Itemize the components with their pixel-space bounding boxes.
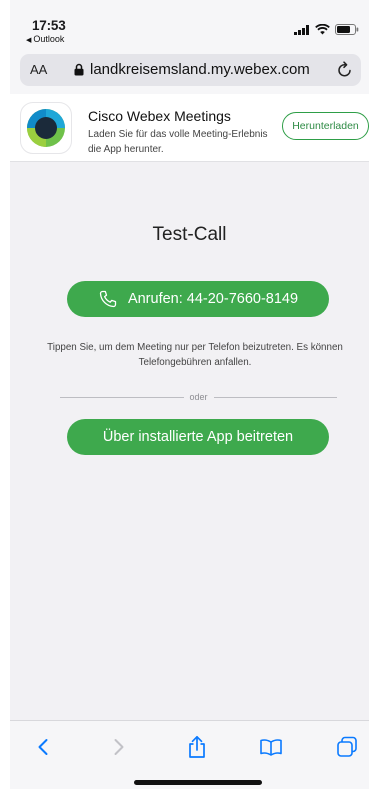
back-triangle-icon: ◀ bbox=[26, 37, 32, 44]
share-button[interactable] bbox=[182, 734, 212, 760]
lock-icon bbox=[74, 63, 84, 76]
forward-button[interactable] bbox=[104, 734, 134, 760]
separator-label: oder bbox=[189, 392, 208, 402]
bookmarks-button[interactable] bbox=[256, 734, 286, 760]
back-button[interactable] bbox=[28, 734, 58, 760]
back-icon bbox=[38, 739, 48, 755]
tabs-icon bbox=[337, 736, 357, 757]
back-app-label: Outlook bbox=[33, 34, 65, 44]
status-bar: 17:53 ◀ Outlook bbox=[10, 0, 369, 50]
app-banner: Cisco Webex Meetings Laden Sie für das v… bbox=[10, 94, 369, 162]
or-separator: oder bbox=[60, 391, 338, 403]
cellular-signal-icon bbox=[294, 24, 309, 35]
banner-description: Laden Sie für das volle Meeting-Erlebnis… bbox=[88, 129, 268, 155]
reload-icon bbox=[338, 61, 351, 77]
forward-icon bbox=[114, 739, 124, 755]
page-title: Test-Call bbox=[152, 224, 227, 245]
system-icons bbox=[294, 24, 359, 35]
call-in-label: Anrufen: 44-20-7660-8149 bbox=[127, 291, 299, 307]
address-bar[interactable]: AA landkreisemsland.my.webex.com bbox=[20, 54, 361, 86]
url-text: landkreisemsland.my.webex.com bbox=[90, 61, 310, 78]
back-to-app-link[interactable]: ◀ Outlook bbox=[26, 34, 64, 44]
browser-window: 17:53 ◀ Outlook AA landkreisemsland.my.w… bbox=[10, 0, 369, 789]
home-indicator[interactable] bbox=[134, 780, 262, 785]
text-size-button[interactable]: AA bbox=[30, 62, 47, 77]
url-field[interactable]: landkreisemsland.my.webex.com bbox=[74, 61, 310, 78]
bookmarks-icon bbox=[260, 739, 282, 756]
separator-line-left bbox=[60, 396, 184, 398]
join-via-app-button[interactable]: Über installierte App beitreten bbox=[67, 419, 329, 455]
webex-logo-icon bbox=[27, 109, 65, 147]
call-in-button[interactable]: Anrufen: 44-20-7660-8149 bbox=[67, 281, 329, 317]
clock: 17:53 bbox=[32, 18, 66, 33]
webex-app-icon bbox=[20, 102, 72, 154]
reload-button[interactable] bbox=[337, 60, 353, 83]
phone-hint-text: Tippen Sie, um dem Meeting nur per Telef… bbox=[47, 342, 343, 368]
address-bar-container: AA landkreisemsland.my.webex.com bbox=[10, 50, 369, 94]
banner-app-title: Cisco Webex Meetings bbox=[88, 108, 231, 124]
share-icon bbox=[189, 735, 205, 758]
download-button[interactable]: Herunterladen bbox=[282, 112, 369, 140]
wifi-icon bbox=[315, 24, 330, 35]
battery-icon bbox=[335, 24, 359, 35]
tabs-button[interactable] bbox=[332, 734, 362, 760]
browser-toolbar bbox=[10, 720, 369, 789]
phone-icon bbox=[99, 290, 117, 308]
separator-line-right bbox=[213, 396, 338, 398]
text-size-label: AA bbox=[30, 62, 48, 77]
